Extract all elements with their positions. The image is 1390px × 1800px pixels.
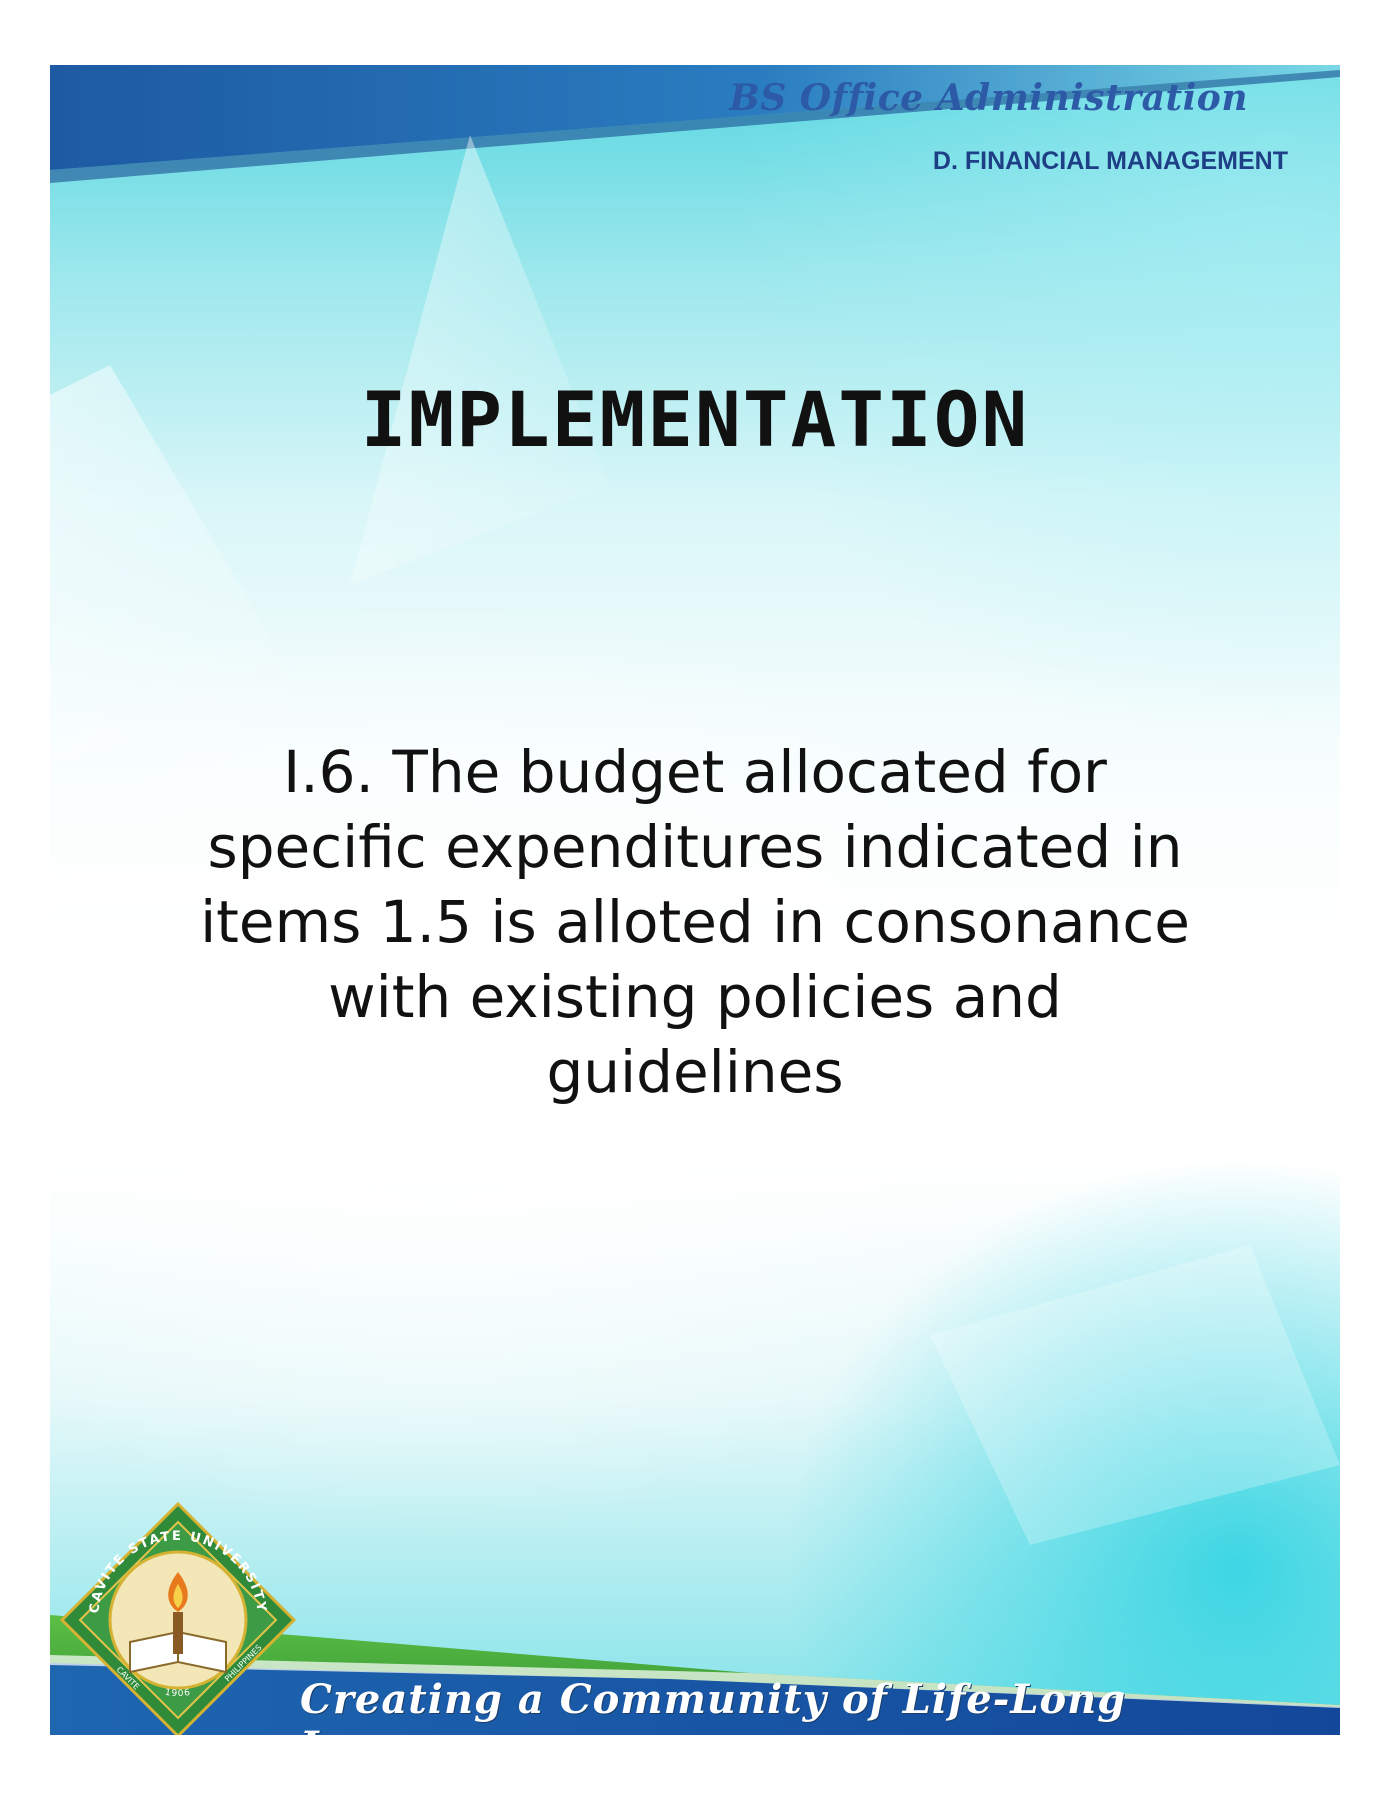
body-line: I.6. The budget allocated for [283,738,1107,806]
page-sheet: BS Office Administration D. FINANCIAL MA… [50,65,1340,1735]
body-line: with existing policies and [328,963,1062,1031]
body-line: specific expenditures indicated in [207,813,1183,881]
page-heading: IMPLEMENTATION [360,375,1030,464]
footer-tagline: Creating a Community of Life-Long Learne… [300,1676,1127,1735]
section-title: D. FINANCIAL MANAGEMENT [932,147,1288,175]
svg-text:1906: 1906 [164,1688,192,1699]
seal-year: 1906 [164,1688,191,1699]
program-title: BS Office Administration [729,77,1248,119]
body-line: items 1.5 is alloted in consonance [200,888,1190,956]
body-paragraph: I.6. The budget allocated for specific e… [180,735,1210,1110]
university-seal: CAVITE STATE UNIVERSITY 1906 CAVITE PHIL… [59,1501,297,1735]
body-line: guidelines [546,1038,844,1106]
